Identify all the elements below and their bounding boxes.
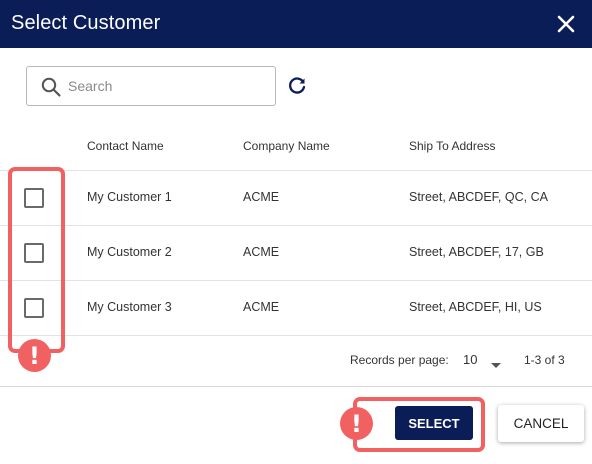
search-icon (40, 76, 62, 98)
chevron-down-icon[interactable] (490, 357, 502, 368)
company-name-cell: ACME (243, 245, 280, 259)
dialog-header: Select Customer (0, 0, 592, 48)
checkbox-column-highlight (8, 167, 65, 353)
search-input[interactable] (68, 68, 268, 104)
search-box[interactable] (26, 66, 276, 106)
close-icon[interactable] (553, 11, 579, 37)
records-per-page-label: Records per page: (350, 353, 449, 367)
ship-to-address-cell: Street, ABCDEF, HI, US (409, 300, 542, 314)
pagination-range: 1-3 of 3 (524, 353, 565, 367)
footer-divider (0, 386, 592, 387)
company-name-cell: ACME (243, 190, 280, 204)
records-per-page-select[interactable]: 10 (463, 352, 477, 367)
contact-name-cell: My Customer 2 (87, 245, 172, 259)
table-divider (0, 335, 592, 336)
contact-name-cell: My Customer 1 (87, 190, 172, 204)
ship-to-address-cell: Street, ABCDEF, 17, GB (409, 245, 544, 259)
column-header-contact[interactable]: Contact Name (87, 139, 164, 153)
table-row[interactable]: My Customer 2 ACME Street, ABCDEF, 17, G… (0, 225, 592, 280)
company-name-cell: ACME (243, 300, 280, 314)
refresh-icon[interactable] (285, 74, 309, 98)
alert-icon: ! (340, 407, 373, 440)
dialog-title: Select Customer (11, 12, 161, 34)
column-header-address[interactable]: Ship To Address (409, 139, 496, 153)
column-header-company[interactable]: Company Name (243, 139, 330, 153)
contact-name-cell: My Customer 3 (87, 300, 172, 314)
alert-icon: ! (18, 339, 51, 372)
cancel-button[interactable]: CANCEL (498, 405, 584, 442)
table-row[interactable]: My Customer 1 ACME Street, ABCDEF, QC, C… (0, 170, 592, 225)
table-row[interactable]: My Customer 3 ACME Street, ABCDEF, HI, U… (0, 280, 592, 335)
ship-to-address-cell: Street, ABCDEF, QC, CA (409, 190, 548, 204)
